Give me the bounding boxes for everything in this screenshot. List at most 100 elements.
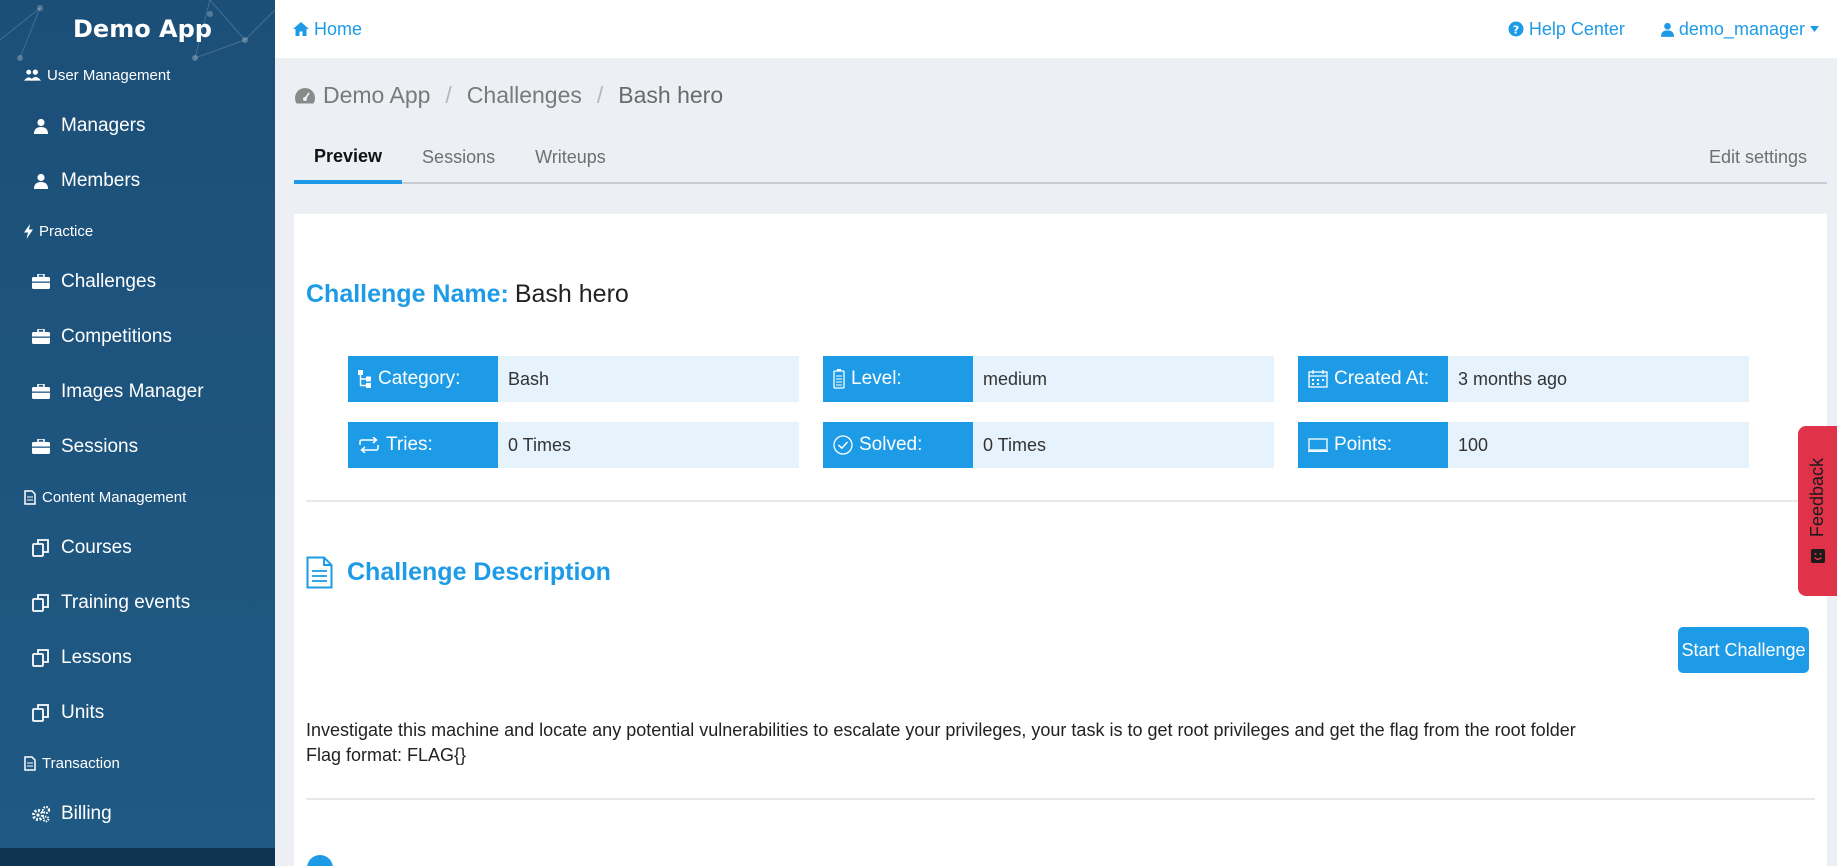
sidebar-item-label: Challenges — [61, 270, 157, 292]
section-label: Content Management — [42, 488, 187, 506]
info-key: Level: — [823, 356, 973, 402]
sidebar-item-label: Members — [61, 169, 141, 191]
user-menu-label: demo_manager — [1678, 18, 1805, 39]
info-key-label: Created At: — [1334, 368, 1430, 389]
repeat-icon — [359, 437, 379, 453]
info-row: Tries: 0 Times Solved: 0 Times Points: 1… — [348, 422, 1749, 468]
question-circle-icon: ? — [1508, 21, 1524, 37]
sidebar-item-label: Courses — [61, 536, 132, 558]
challenge-name-label: Challenge Name: — [306, 280, 509, 308]
section-transaction: Transaction — [0, 740, 275, 786]
sidebar-item-training-events[interactable]: Training events — [0, 575, 275, 630]
challenge-name: Challenge Name: Bash hero — [306, 280, 629, 309]
challenge-name-value: Bash hero — [514, 280, 629, 308]
info-key-label: Category: — [378, 368, 461, 389]
sidebar-item-label: Images Manager — [61, 380, 204, 402]
tab-preview[interactable]: Preview — [294, 132, 403, 184]
copy-icon — [30, 592, 52, 614]
info-value: Bash — [498, 356, 799, 402]
sidebar-item-label: Billing — [61, 802, 112, 824]
info-key-label: Level: — [851, 368, 902, 389]
info-created-at: Created At: 3 months ago — [1298, 356, 1749, 402]
tab-edit-settings[interactable]: Edit settings — [1689, 132, 1827, 182]
info-points: Points: 100 — [1298, 422, 1749, 468]
section-label: User Management — [47, 66, 171, 84]
brand[interactable]: Demo App — [0, 0, 275, 61]
sidebar-item-lessons[interactable]: Lessons — [0, 630, 275, 685]
monitor-icon — [1308, 438, 1328, 452]
briefcase-icon — [30, 436, 52, 458]
sidebar-item-label: Lessons — [61, 646, 132, 668]
briefcase-icon — [30, 326, 52, 348]
sidebar-item-label: Units — [61, 701, 105, 723]
description-line: Investigate this machine and locate any … — [306, 720, 1576, 740]
breadcrumb-separator: / — [445, 82, 452, 108]
sidebar-item-competitions[interactable]: Competitions — [0, 309, 275, 364]
sidebar-item-sessions[interactable]: Sessions — [0, 419, 275, 474]
info-circle-icon — [307, 855, 333, 866]
user-icon — [30, 115, 52, 137]
breadcrumb-root[interactable]: Demo App — [323, 82, 430, 109]
info-key-label: Points: — [1334, 434, 1393, 455]
info-value: 3 months ago — [1448, 356, 1749, 402]
tab-writeups[interactable]: Writeups — [515, 132, 626, 182]
dashboard-icon — [295, 87, 315, 103]
info-value: 100 — [1448, 422, 1749, 468]
sidebar-item-label: Training events — [61, 591, 191, 613]
briefcase-icon — [30, 271, 52, 293]
section-label: Practice — [39, 222, 94, 240]
battery-icon — [833, 369, 845, 389]
sidebar: Demo App User Management Managers Member… — [0, 0, 275, 866]
sidebar-item-images-manager[interactable]: Images Manager — [0, 364, 275, 419]
breadcrumb-current: Bash hero — [618, 82, 724, 108]
info-level: Level: medium — [823, 356, 1274, 402]
bolt-icon — [24, 223, 33, 239]
info-category: Category: Bash — [348, 356, 799, 402]
divider — [306, 500, 1815, 502]
topbar-right: ? Help Center demo_manager — [1508, 19, 1819, 40]
briefcase-icon — [30, 381, 52, 403]
info-key: Created At: — [1298, 356, 1448, 402]
start-challenge-button[interactable]: Start Challenge — [1678, 627, 1809, 673]
sidebar-item-units[interactable]: Units — [0, 685, 275, 740]
info-tries: Tries: 0 Times — [348, 422, 799, 468]
home-link-label: Home — [314, 18, 363, 39]
sidebar-item-challenges[interactable]: Challenges — [0, 254, 275, 309]
sidebar-item-courses[interactable]: Courses — [0, 520, 275, 575]
info-value: 0 Times — [973, 422, 1274, 468]
brand-name: Demo App — [73, 15, 212, 43]
info-key-label: Tries: — [386, 434, 433, 455]
info-key: Solved: — [823, 422, 973, 468]
feedback-tab[interactable]: Feedback — [1798, 426, 1837, 596]
info-key: Points: — [1298, 422, 1448, 468]
next-section-heading — [306, 854, 334, 866]
divider — [306, 798, 1815, 800]
section-label: Transaction — [42, 754, 120, 772]
home-icon — [293, 22, 309, 36]
tab-sessions[interactable]: Sessions — [402, 132, 515, 182]
sidebar-item-label: Managers — [61, 114, 146, 136]
caret-down-icon — [1810, 26, 1819, 32]
topbar: Home ? Help Center demo_manager — [275, 0, 1837, 58]
info-value: 0 Times — [498, 422, 799, 468]
smiley-chat-icon — [1810, 548, 1825, 563]
help-center-label: Help Center — [1528, 18, 1625, 39]
users-icon — [24, 69, 41, 81]
sidebar-item-billing[interactable]: Billing — [0, 786, 275, 841]
sidebar-item-members[interactable]: Members — [0, 153, 275, 208]
home-link[interactable]: Home — [293, 19, 362, 40]
copy-icon — [30, 537, 52, 559]
help-center-link[interactable]: ? Help Center — [1508, 19, 1625, 40]
breadcrumb-section[interactable]: Challenges — [467, 82, 582, 109]
section-practice: Practice — [0, 208, 275, 254]
user-icon — [30, 170, 52, 192]
sidebar-item-managers[interactable]: Managers — [0, 98, 275, 153]
sitemap-icon — [358, 370, 371, 388]
info-key-label: Solved: — [859, 434, 923, 455]
breadcrumb-separator: / — [596, 82, 604, 108]
info-key: Category: — [348, 356, 498, 402]
calendar-icon — [1308, 370, 1328, 388]
user-menu[interactable]: demo_manager — [1660, 18, 1819, 40]
challenge-tabs: Preview Sessions Writeups Edit settings — [294, 132, 1827, 184]
check-circle-icon — [833, 435, 853, 455]
